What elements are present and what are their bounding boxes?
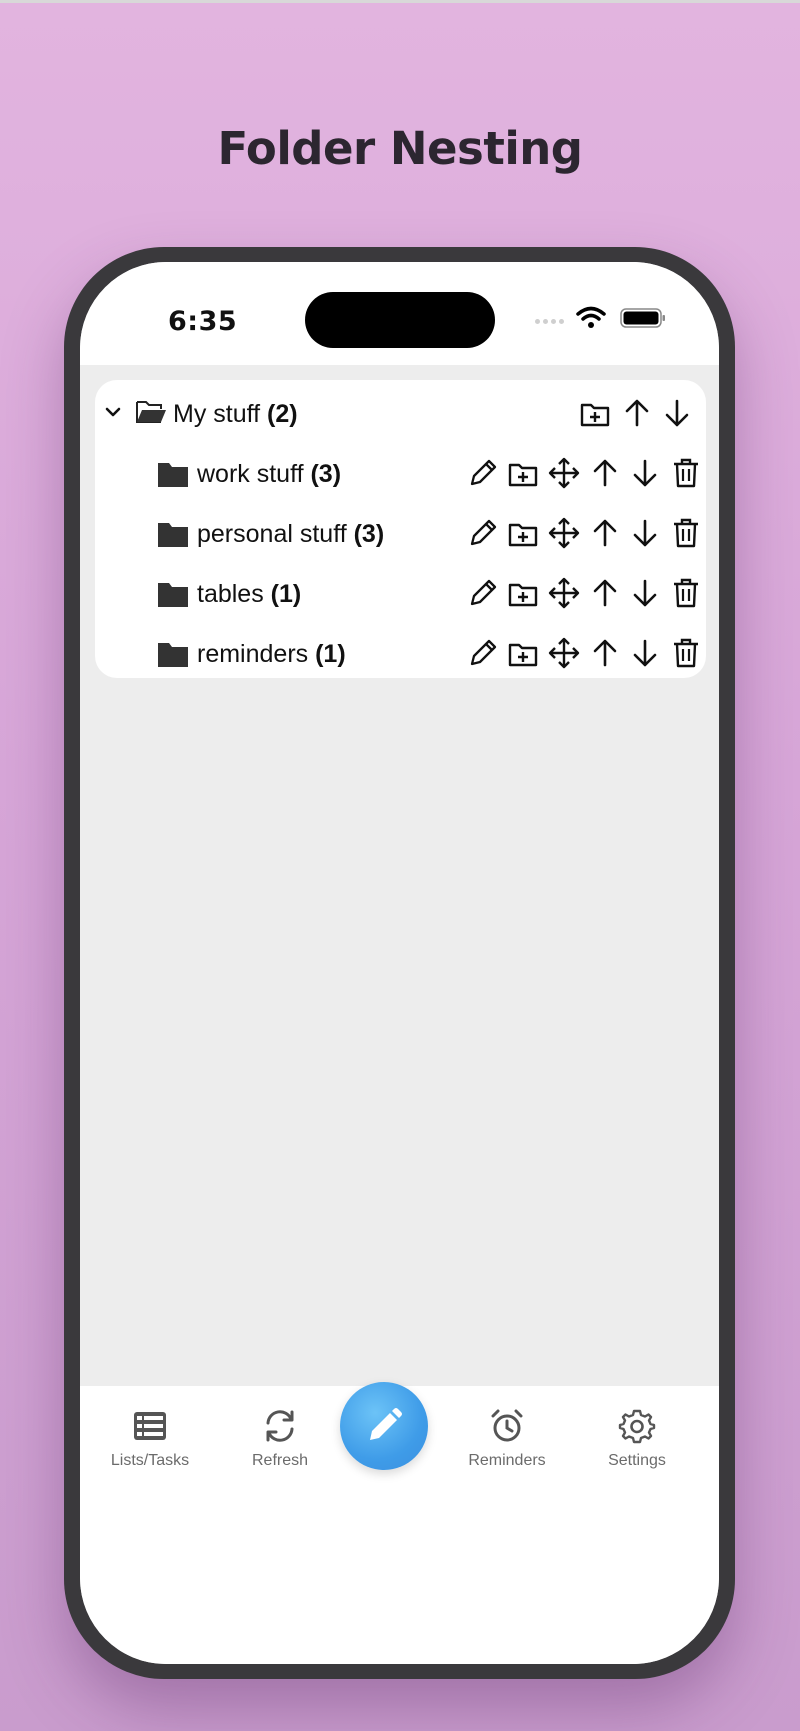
status-bar: 6:35 bbox=[80, 262, 719, 365]
pencil-icon[interactable] bbox=[466, 576, 500, 610]
move-icon[interactable] bbox=[547, 576, 581, 610]
tab-reminders[interactable]: Reminders bbox=[452, 1406, 562, 1470]
tab-lists-tasks[interactable]: Lists/Tasks bbox=[95, 1406, 205, 1470]
folder-open-icon bbox=[136, 401, 166, 423]
arrow-down-icon[interactable] bbox=[628, 456, 662, 490]
arrow-down-icon[interactable] bbox=[628, 516, 662, 550]
compose-button[interactable] bbox=[340, 1382, 428, 1470]
home-indicator-area bbox=[80, 1516, 719, 1664]
arrow-up-icon[interactable] bbox=[620, 396, 654, 430]
trash-icon[interactable] bbox=[669, 636, 703, 670]
folder-actions bbox=[466, 516, 706, 550]
status-time: 6:35 bbox=[168, 306, 238, 337]
folder-actions bbox=[466, 636, 706, 670]
arrow-down-icon[interactable] bbox=[660, 396, 694, 430]
signal-dots-icon bbox=[535, 319, 564, 324]
pencil-icon[interactable] bbox=[466, 636, 500, 670]
folder-icon bbox=[158, 583, 188, 607]
add-subfolder-icon[interactable] bbox=[506, 516, 540, 550]
list-table-icon bbox=[134, 1412, 166, 1440]
folder-row-reminders[interactable]: reminders (1) bbox=[95, 628, 706, 678]
pencil-icon[interactable] bbox=[466, 516, 500, 550]
tab-bar: Lists/Tasks Refresh Reminders Settings bbox=[80, 1382, 719, 1516]
arrow-down-icon[interactable] bbox=[628, 636, 662, 670]
folder-label: My stuff (2) bbox=[173, 400, 298, 428]
pencil-icon bbox=[370, 1408, 402, 1440]
battery-icon bbox=[620, 308, 665, 328]
folder-label: tables (1) bbox=[197, 580, 302, 608]
move-icon[interactable] bbox=[547, 456, 581, 490]
folder-icon bbox=[158, 643, 188, 667]
gear-icon bbox=[618, 1409, 656, 1444]
arrow-up-icon[interactable] bbox=[588, 576, 622, 610]
root-actions bbox=[578, 396, 698, 430]
folder-row-tables[interactable]: tables (1) bbox=[95, 568, 706, 618]
move-icon[interactable] bbox=[547, 636, 581, 670]
folder-row-personal-stuff[interactable]: personal stuff (3) bbox=[95, 508, 706, 558]
arrow-up-icon[interactable] bbox=[588, 636, 622, 670]
phone-screen: 6:35 My stuff (2) work stuff (3) persona… bbox=[80, 262, 719, 1664]
folder-label: reminders (1) bbox=[197, 640, 346, 668]
folder-actions bbox=[466, 456, 706, 490]
folder-label: work stuff (3) bbox=[197, 460, 342, 488]
tab-label: Settings bbox=[608, 1452, 666, 1469]
add-subfolder-icon[interactable] bbox=[506, 636, 540, 670]
tab-label: Refresh bbox=[251, 1452, 309, 1469]
folder-actions bbox=[466, 576, 706, 610]
add-subfolder-icon[interactable] bbox=[506, 456, 540, 490]
folder-tree-card: My stuff (2) work stuff (3) personal stu… bbox=[95, 380, 706, 678]
trash-icon[interactable] bbox=[669, 576, 703, 610]
tab-label: Lists/Tasks bbox=[110, 1452, 190, 1469]
page-title: Folder Nesting bbox=[217, 122, 584, 175]
add-subfolder-icon[interactable] bbox=[506, 576, 540, 610]
trash-icon[interactable] bbox=[669, 516, 703, 550]
folder-label: personal stuff (3) bbox=[197, 520, 385, 548]
folder-icon bbox=[158, 463, 188, 487]
dynamic-island bbox=[305, 292, 495, 348]
folder-icon bbox=[158, 523, 188, 547]
arrow-down-icon[interactable] bbox=[628, 576, 662, 610]
add-subfolder-icon[interactable] bbox=[578, 396, 612, 430]
folder-row-root[interactable]: My stuff (2) bbox=[95, 388, 706, 438]
tab-settings[interactable]: Settings bbox=[582, 1406, 692, 1470]
folder-row-work-stuff[interactable]: work stuff (3) bbox=[95, 448, 706, 498]
wifi-icon bbox=[576, 306, 606, 328]
tab-label: Reminders bbox=[468, 1452, 546, 1469]
trash-icon[interactable] bbox=[669, 456, 703, 490]
phone-frame: 6:35 My stuff (2) work stuff (3) persona… bbox=[64, 247, 735, 1679]
arrow-up-icon[interactable] bbox=[588, 456, 622, 490]
alarm-clock-icon bbox=[491, 1409, 523, 1442]
tab-refresh[interactable]: Refresh bbox=[225, 1406, 335, 1470]
move-icon[interactable] bbox=[547, 516, 581, 550]
pencil-icon[interactable] bbox=[466, 456, 500, 490]
chevron-down-icon[interactable] bbox=[103, 402, 123, 422]
refresh-icon bbox=[266, 1410, 294, 1442]
top-divider bbox=[0, 0, 800, 3]
arrow-up-icon[interactable] bbox=[588, 516, 622, 550]
